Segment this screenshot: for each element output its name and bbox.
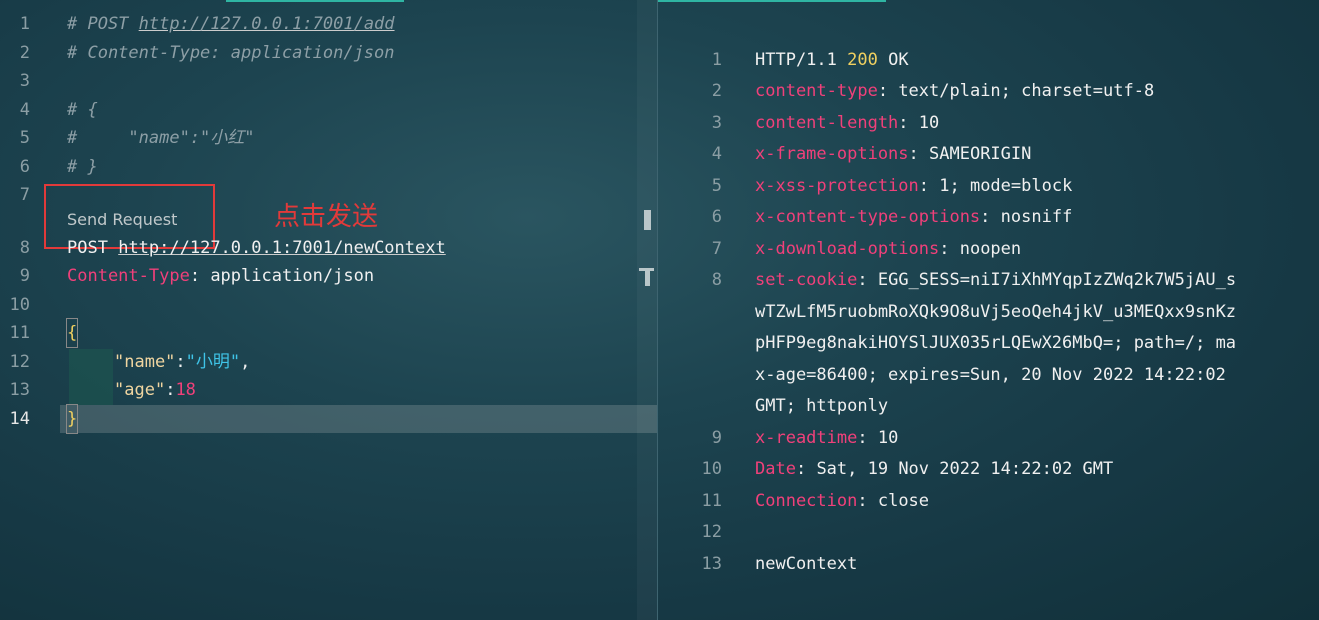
line-number: 7 — [711, 239, 722, 259]
line-number: 5 — [711, 176, 722, 196]
json-brace: } — [65, 404, 79, 434]
line-number: 9 — [711, 428, 722, 448]
header-line: x-xss-protection: 1; mode=block — [755, 176, 1073, 196]
code-line[interactable]: 4 # { — [0, 96, 657, 124]
code-text: # } — [67, 157, 98, 177]
response-line: 13 newContext — [658, 549, 1319, 581]
header-line: x-readtime: 10 — [755, 428, 899, 448]
header-line: x-download-options: noopen — [755, 239, 1022, 259]
scroll-marker — [645, 268, 650, 286]
response-line: 11 Connection: close — [658, 486, 1319, 518]
tab-indicator — [226, 0, 404, 2]
code-text: # "name":"小红" — [67, 128, 255, 148]
line-number: 1 — [19, 14, 30, 34]
code-line[interactable]: 11 { — [0, 318, 657, 348]
response-line: 10 Date: Sat, 19 Nov 2022 14:22:02 GMT — [658, 454, 1319, 486]
tab-indicator — [658, 0, 886, 2]
request-editor[interactable]: 1 # POST http://127.0.0.1:7001/add 2 # C… — [0, 0, 657, 620]
line-number: 10 — [701, 459, 722, 479]
code-line[interactable]: 10 — [0, 291, 657, 319]
line-number: 14 — [9, 409, 30, 429]
set-cookie-wrap: x-age=86400; expires=Sun, 20 Nov 2022 14… — [755, 364, 1226, 385]
json-pair: "name":"小明", — [114, 352, 251, 372]
header-line: x-frame-options: SAMEORIGIN — [755, 144, 1032, 164]
response-line: 9 x-readtime: 10 — [658, 423, 1319, 455]
header-line: content-length: 10 — [755, 113, 940, 133]
status-line: HTTP/1.1 200 OK — [755, 50, 909, 70]
line-number: 12 — [701, 522, 722, 542]
scrollbar-thumb[interactable] — [644, 210, 651, 230]
set-cookie-wrap: pHFP9eg8nakiHOYSlJUX035rLQEwX26MbQ=; pat… — [755, 333, 1237, 354]
response-line: 8 set-cookie: EGG_SESS=niI7iXhMYqpIzZWq2… — [658, 265, 1319, 425]
set-cookie-wrap: GMT; httponly — [755, 396, 889, 417]
set-cookie-wrap: wTZwLfM5ruobmRoXQk9O8uVj5eoQeh4jkV_u3MEQ… — [755, 301, 1237, 322]
json-brace: { — [65, 318, 79, 348]
code-line[interactable]: 13 "age":18 — [0, 376, 657, 404]
line-number: 13 — [9, 380, 30, 400]
line-number: 2 — [711, 81, 722, 101]
header-line: x-content-type-options: nosniff — [755, 207, 1073, 227]
code-line[interactable]: 14 } — [0, 404, 657, 434]
header-line: content-type: text/plain; charset=utf-8 — [755, 81, 1155, 101]
code-text: # Content-Type: application/json — [67, 43, 395, 63]
code-line[interactable]: 3 — [0, 67, 657, 95]
code-line[interactable]: 5 # "name":"小红" — [0, 124, 657, 152]
response-line: 5 x-xss-protection: 1; mode=block — [658, 171, 1319, 203]
line-number: 3 — [19, 71, 30, 91]
response-line: 1 HTTP/1.1 200 OK — [658, 45, 1319, 77]
line-number: 12 — [9, 352, 30, 372]
line-number: 4 — [19, 100, 30, 120]
annotation-text: 点击发送 — [274, 202, 379, 232]
line-number: 11 — [701, 491, 722, 511]
response-line: 6 x-content-type-options: nosniff — [658, 202, 1319, 234]
response-body: newContext — [755, 554, 858, 574]
code-line[interactable]: 1 # POST http://127.0.0.1:7001/add — [0, 10, 657, 38]
code-line[interactable]: 6 # } — [0, 153, 657, 181]
header-line: Content-Type: application/json — [67, 266, 375, 286]
line-number: 3 — [711, 113, 722, 133]
line-number: 6 — [19, 157, 30, 177]
json-pair: "age":18 — [114, 380, 196, 400]
code-line[interactable]: 12 "name":"小明", — [0, 348, 657, 376]
header-line: Date: Sat, 19 Nov 2022 14:22:02 GMT — [755, 459, 1114, 479]
code-text: # { — [67, 100, 98, 120]
code-line[interactable]: 2 # Content-Type: application/json — [0, 39, 657, 67]
scrollbar[interactable] — [637, 0, 657, 620]
code-text: # POST http://127.0.0.1:7001/add — [67, 14, 395, 34]
line-number: 5 — [19, 128, 30, 148]
header-line: Connection: close — [755, 491, 930, 511]
code-line[interactable]: 8 POST http://127.0.0.1:7001/newContext — [0, 234, 657, 262]
response-line: 12 — [658, 517, 1319, 549]
line-number: 11 — [9, 323, 30, 343]
set-cookie-header: set-cookie: EGG_SESS=niI7iXhMYqpIzZWq2k7… — [755, 270, 1237, 290]
line-number: 7 — [19, 185, 30, 205]
line-number: 2 — [19, 43, 30, 63]
response-line: 4 x-frame-options: SAMEORIGIN — [658, 139, 1319, 171]
line-number: 6 — [711, 207, 722, 227]
response-line: 7 x-download-options: noopen — [658, 234, 1319, 266]
line-number: 13 — [701, 554, 722, 574]
response-line: 3 content-length: 10 — [658, 108, 1319, 140]
request-line: POST http://127.0.0.1:7001/newContext — [67, 238, 446, 258]
response-viewer[interactable]: 1 HTTP/1.1 200 OK 2 content-type: text/p… — [658, 0, 1319, 620]
line-number: 4 — [711, 144, 722, 164]
line-number: 8 — [711, 270, 722, 290]
response-line: 2 content-type: text/plain; charset=utf-… — [658, 76, 1319, 108]
line-number: 1 — [711, 50, 722, 70]
line-number: 8 — [19, 238, 30, 258]
line-number: 9 — [19, 266, 30, 286]
line-number: 10 — [9, 295, 30, 315]
code-line[interactable]: 9 Content-Type: application/json — [0, 262, 657, 290]
